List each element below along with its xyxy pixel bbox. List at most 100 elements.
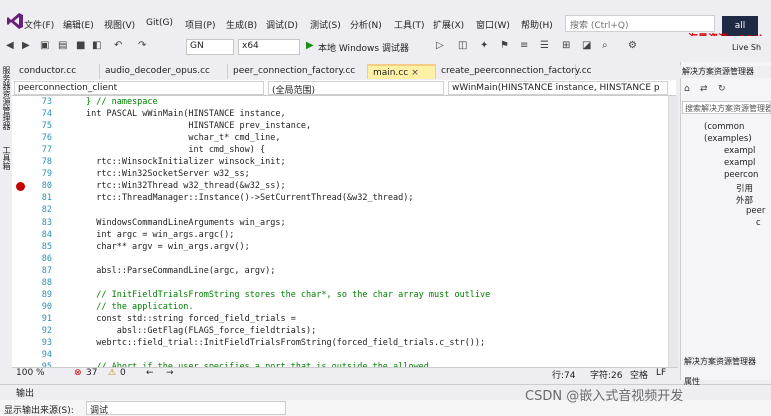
code-line[interactable]: rtc::Win32SocketServer w32_ss;: [86, 169, 250, 179]
undo-icon[interactable]: ↶: [114, 40, 122, 51]
tab-audio-decoder[interactable]: audio_decoder_opus.cc: [100, 64, 228, 79]
code-line[interactable]: const std::string forced_field_trials =: [86, 314, 296, 324]
solution-search-input[interactable]: 搜索解决方案资源管理器: [682, 101, 771, 114]
tree-item[interactable]: (common: [704, 122, 744, 132]
run-debugger-button[interactable]: 本地 Windows 调试器: [318, 41, 409, 54]
menu-item[interactable]: Git(G): [146, 18, 173, 28]
error-count[interactable]: 37: [86, 368, 97, 378]
save-all-icon[interactable]: ◧: [92, 40, 101, 51]
tab-label: create_peerconnection_factory.cc: [441, 66, 592, 76]
menu-item[interactable]: 文件(F): [24, 18, 54, 31]
play-icon[interactable]: ▶: [306, 40, 314, 51]
project-dropdown[interactable]: peerconnection_client: [14, 81, 264, 95]
menu-item[interactable]: 分析(N): [350, 18, 382, 31]
tab-main[interactable]: main.cc ×: [368, 64, 436, 79]
redo-icon[interactable]: ↷: [138, 40, 146, 51]
code-line[interactable]: int cmd_show) {: [86, 145, 265, 155]
line-number: 86: [41, 253, 52, 264]
menu-item[interactable]: 测试(S): [310, 18, 341, 31]
eol-mode[interactable]: LF: [656, 368, 666, 378]
code-line[interactable]: HINSTANCE prev_instance,: [86, 121, 311, 131]
refresh-icon[interactable]: ↻: [718, 84, 726, 94]
function-dropdown[interactable]: wWinMain(HINSTANCE instance, HINSTANCE p: [448, 81, 668, 95]
toolbox-tab[interactable]: 工具箱: [1, 146, 11, 170]
menu-item[interactable]: 调试(D): [266, 18, 298, 31]
zoom-level[interactable]: 100 %: [16, 368, 45, 378]
tree-item[interactable]: c: [756, 218, 761, 228]
menu-item[interactable]: 项目(P): [185, 18, 215, 31]
menu-item[interactable]: 帮助(H): [521, 18, 553, 31]
tree-item[interactable]: 引用: [736, 182, 753, 194]
comment-icon[interactable]: ☰: [540, 40, 549, 51]
output-source-select[interactable]: 调试: [86, 401, 286, 416]
menu-item[interactable]: 视图(V): [104, 18, 135, 31]
tab-label: peer_connection_factory.cc: [233, 66, 356, 76]
code-line[interactable]: absl::ParseCommandLine(argc, argv);: [86, 266, 275, 276]
warning-count[interactable]: 0: [120, 368, 126, 378]
platform-select[interactable]: x64: [238, 39, 300, 55]
code-line[interactable]: rtc::ThreadManager::Instance()->SetCurre…: [86, 193, 413, 203]
format-icon[interactable]: ≡: [520, 40, 528, 51]
nav-icon[interactable]: ⊞: [562, 40, 570, 51]
code-line[interactable]: webrtc::field_trial::InitFieldTrialsFrom…: [86, 338, 485, 348]
tree-item[interactable]: 外部: [736, 194, 753, 206]
bookmark-icon[interactable]: ⚑: [500, 40, 509, 51]
open-folder-icon[interactable]: ▤: [58, 40, 67, 51]
prev-issue-icon[interactable]: ←: [146, 368, 154, 378]
menu-item[interactable]: 编辑(E): [63, 18, 94, 31]
save-icon[interactable]: ■: [76, 40, 85, 51]
attach-icon[interactable]: ▷: [436, 40, 444, 51]
code-line[interactable]: rtc::WinsockInitializer winsock_init;: [86, 157, 285, 167]
code-line[interactable]: } // namespace: [86, 97, 158, 107]
menu-item[interactable]: 生成(B): [226, 18, 257, 31]
line-number: 76: [41, 133, 52, 144]
tab-create-peerconnection-factory[interactable]: create_peerconnection_factory.cc: [436, 64, 592, 79]
tree-item[interactable]: exampl: [724, 158, 755, 168]
solution-explorer-bottom-tab[interactable]: 解决方案资源管理器: [684, 356, 756, 367]
code-line[interactable]: int argc = win_args.argc();: [86, 230, 234, 240]
menu-item[interactable]: 窗口(W): [476, 18, 510, 31]
hot-reload-icon[interactable]: ✦: [480, 40, 488, 51]
code-line[interactable]: wchar_t* cmd_line,: [86, 133, 280, 143]
sync-icon[interactable]: ⇄: [700, 84, 708, 94]
settings-icon[interactable]: ⚙: [628, 40, 637, 51]
tree-item[interactable]: (examples): [704, 134, 752, 144]
menu-item[interactable]: 扩展(X): [433, 18, 464, 31]
line-number: 79: [41, 169, 52, 180]
scope-dropdown[interactable]: (全局范围): [268, 81, 444, 96]
config-select[interactable]: GN: [186, 39, 234, 55]
vertical-scrollbar[interactable]: [668, 96, 678, 368]
find-icon[interactable]: ⌕: [602, 40, 608, 51]
tab-peer-connection-factory[interactable]: peer_connection_factory.cc: [228, 64, 368, 79]
line-number: 90: [41, 301, 52, 312]
code-line[interactable]: WindowsCommandLineArguments win_args;: [86, 218, 285, 228]
tree-item[interactable]: peercon: [724, 170, 758, 180]
code-line[interactable]: rtc::Win32Thread w32_thread(&w32_ss);: [86, 181, 285, 191]
code-line[interactable]: char** argv = win_args.argv();: [86, 242, 250, 252]
next-issue-icon[interactable]: →: [166, 368, 174, 378]
col-indicator[interactable]: 字符:26: [590, 368, 623, 381]
whitespace-mode[interactable]: 空格: [630, 368, 648, 381]
server-explorer-tab[interactable]: 服务器资源管理器: [1, 66, 11, 130]
code-line[interactable]: absl::GetFlag(FLAGS_force_fieldtrials);: [86, 326, 317, 336]
code-line[interactable]: // InitFieldTrialsFromString stores the …: [86, 290, 490, 300]
properties-tab[interactable]: 属性: [684, 376, 700, 387]
layout-icon[interactable]: ◪: [582, 40, 591, 51]
home-icon[interactable]: ⌂: [684, 84, 690, 94]
live-share-button[interactable]: Live Sh: [732, 43, 761, 52]
tab-label: conductor.cc: [19, 66, 77, 76]
output-title: 输出: [16, 389, 35, 399]
close-icon[interactable]: ×: [411, 68, 419, 78]
back-icon[interactable]: ◀: [6, 40, 14, 51]
screenshot-icon[interactable]: ◫: [458, 40, 467, 51]
code-line[interactable]: int PASCAL wWinMain(HINSTANCE instance,: [86, 109, 286, 119]
menu-item[interactable]: 工具(T): [394, 18, 425, 31]
new-file-icon[interactable]: ▣: [40, 40, 49, 51]
tab-conductor[interactable]: conductor.cc: [14, 64, 100, 79]
tab-label: main.cc: [373, 68, 409, 78]
line-indicator[interactable]: 行:74: [552, 368, 576, 381]
tree-item[interactable]: peer: [746, 206, 765, 216]
code-line[interactable]: // the application.: [86, 302, 193, 312]
forward-icon[interactable]: ▶: [22, 40, 30, 51]
tree-item[interactable]: exampl: [724, 146, 755, 156]
